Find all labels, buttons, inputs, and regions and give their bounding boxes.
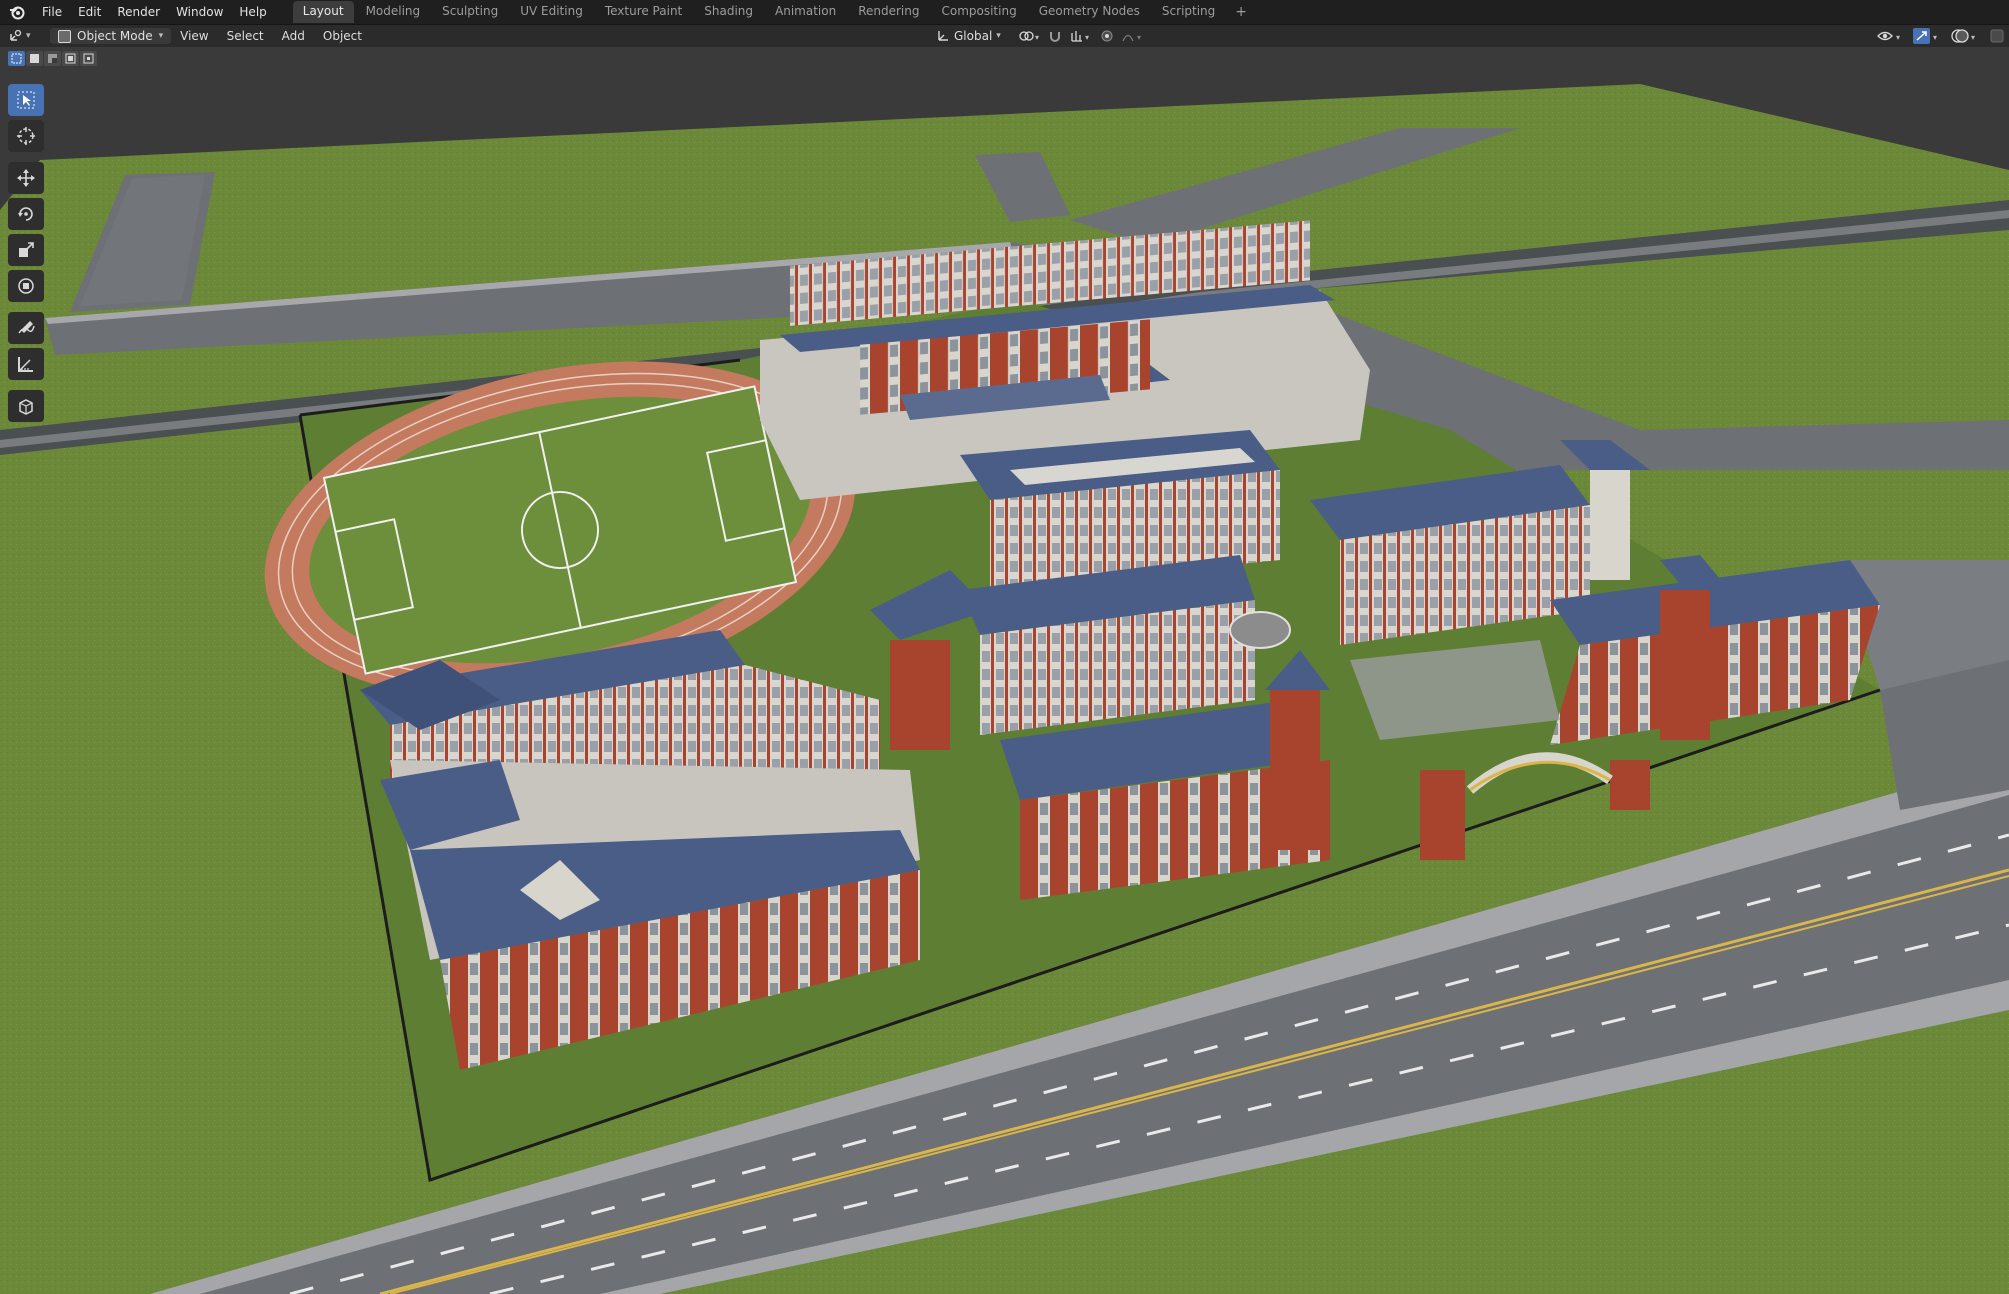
falloff-curve-icon[interactable]: ▾ [1122,29,1144,43]
select-mode-buttons [8,51,97,66]
scale-tool[interactable] [8,234,44,266]
add-cube-icon [19,399,33,415]
object-mode-label: Object Mode [77,29,153,43]
menu-select[interactable]: Select [218,28,273,44]
tab-texture-paint[interactable]: Texture Paint [595,1,692,23]
measure-tool[interactable] [8,348,44,380]
measure-ruler-icon [18,357,33,372]
svg-text:▾: ▾ [1971,33,1975,42]
add-cube-tool[interactable] [8,390,44,422]
select-intersect-icon [83,53,94,64]
transform-orientation-dropdown[interactable]: Global ▾ [936,25,1001,47]
3d-viewport-icon [10,29,22,41]
annotate-tool[interactable] [8,312,44,344]
rotate-tool[interactable] [8,198,44,230]
menu-file[interactable]: File [34,3,70,21]
svg-text:▾: ▾ [1933,33,1937,42]
pivot-point-icon[interactable]: ▾ [1018,29,1040,43]
xray-toggle-icon[interactable] [1989,28,2005,44]
menu-edit[interactable]: Edit [70,3,109,21]
blender-logo-icon[interactable] [8,3,26,21]
svg-text:▾: ▾ [1085,33,1089,42]
gizmo-toggle-icon[interactable]: ▾ [1913,28,1941,44]
viewport-header-right: ▾ ▾ ▾ [1877,25,2005,47]
snap-increment-icon[interactable]: ▾ [1070,29,1092,43]
menu-window[interactable]: Window [168,3,231,21]
tab-uv-editing[interactable]: UV Editing [510,1,593,23]
chevron-down-icon: ▾ [158,31,164,41]
menu-object[interactable]: Object [314,28,371,44]
tab-shading[interactable]: Shading [694,1,763,23]
menu-render[interactable]: Render [109,3,168,21]
chevron-down-icon: ▾ [26,31,31,41]
tab-animation[interactable]: Animation [765,1,846,23]
tab-scripting[interactable]: Scripting [1152,1,1225,23]
move-tool[interactable] [8,162,44,194]
object-mode-dropdown[interactable]: Object Mode ▾ [50,28,172,44]
svg-text:▾: ▾ [1896,33,1900,42]
workspace-tabs: Layout Modeling Sculpting UV Editing Tex… [292,1,1255,23]
tab-rendering[interactable]: Rendering [848,1,929,23]
object-mode-icon [58,29,71,43]
svg-text:▾: ▾ [1137,33,1141,42]
select-invert-icon [65,53,76,64]
editor-type-selector[interactable]: ▾ [8,29,44,43]
annotate-pencil-icon [18,321,35,334]
tab-compositing[interactable]: Compositing [931,1,1026,23]
menu-help[interactable]: Help [231,3,274,21]
scene-render[interactable] [0,48,2009,1294]
scale-icon [19,242,34,257]
3d-viewport[interactable] [0,48,2009,1294]
tab-geometry-nodes[interactable]: Geometry Nodes [1029,1,1150,23]
select-mode-invert[interactable] [62,51,79,66]
menu-add[interactable]: Add [273,28,314,44]
svg-text:▾: ▾ [1035,33,1039,42]
move-arrows-icon [17,169,35,187]
orientation-label: Global [954,29,993,43]
tab-modeling[interactable]: Modeling [356,1,431,23]
select-mode-intersect[interactable] [80,51,97,66]
select-extend-icon [30,54,39,63]
select-subtract-icon [48,54,57,63]
select-mode-extend[interactable] [26,51,43,66]
transform-tool[interactable] [8,270,44,302]
cursor-arrow-icon [17,91,35,109]
snap-magnet-icon[interactable] [1048,29,1062,43]
snap-pivot-group: ▾ ▾ ▾ [1018,25,1144,47]
select-box-tool[interactable] [8,84,44,116]
select-mode-new[interactable] [8,51,25,66]
menu-view[interactable]: View [171,28,217,44]
tab-layout[interactable]: Layout [292,1,354,23]
3d-cursor-icon [17,127,35,145]
transform-icon [18,278,34,294]
select-mode-subtract[interactable] [44,51,61,66]
proportional-editing-icon[interactable] [1100,29,1114,43]
rotate-icon [18,207,33,221]
cursor-tool[interactable] [8,120,44,152]
top-menu-bar: File Edit Render Window Help Layout Mode… [0,0,2009,25]
visibility-eye-icon[interactable]: ▾ [1877,29,1903,43]
select-new-icon [11,53,22,64]
overlays-icon[interactable]: ▾ [1951,28,1979,44]
tool-shelf [8,84,48,426]
chevron-down-icon: ▾ [996,31,1001,41]
orientation-axes-icon [938,31,948,41]
tab-sculpting[interactable]: Sculpting [432,1,508,23]
add-workspace-button[interactable]: + [1227,1,1255,23]
viewport-header: ▾ Object Mode ▾ View Select Add Object G… [0,25,2009,47]
